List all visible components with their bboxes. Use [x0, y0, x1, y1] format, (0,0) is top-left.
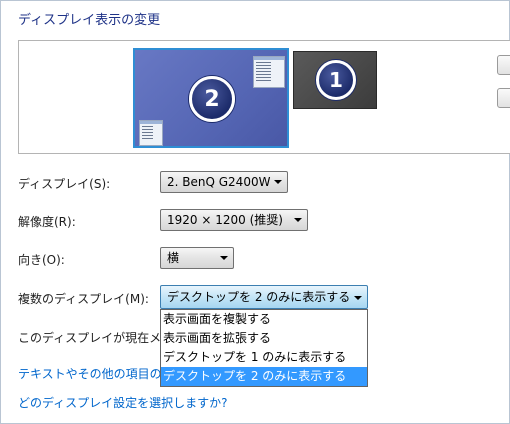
chevron-down-icon	[274, 180, 282, 184]
display-label: ディスプレイ(S):	[18, 177, 111, 191]
resolution-select-value: 1920 × 1200 (推奨)	[167, 213, 283, 227]
multiple-displays-select-value: デスクトップを 2 のみに表示する	[167, 290, 351, 304]
dropdown-option-extend[interactable]: 表示画面を拡張する	[161, 329, 367, 348]
monitor-1-tile[interactable]: 1	[293, 51, 377, 109]
text-size-link[interactable]: テキストやその他の項目の	[18, 365, 162, 382]
display-select-value: 2. BenQ G2400W	[167, 175, 271, 189]
identify-button[interactable]	[497, 88, 510, 108]
dropdown-option-duplicate[interactable]: 表示画面を複製する	[161, 310, 367, 329]
which-setting-link[interactable]: どのディスプレイ設定を選択しますか?	[18, 394, 228, 411]
dropdown-option-only-1[interactable]: デスクトップを 1 のみに表示する	[161, 348, 367, 367]
resolution-select[interactable]: 1920 × 1200 (推奨)	[160, 209, 308, 231]
window-thumbnail-icon	[139, 120, 163, 146]
dropdown-option-only-2[interactable]: デスクトップを 2 のみに表示する	[161, 367, 367, 386]
monitor-number-badge: 1	[316, 60, 356, 100]
multiple-displays-select[interactable]: デスクトップを 2 のみに表示する	[160, 285, 368, 309]
orientation-select-value: 横	[167, 251, 180, 265]
chevron-down-icon	[354, 296, 362, 300]
window-thumbnail-icon	[253, 56, 285, 88]
orientation-select[interactable]: 横	[160, 247, 234, 269]
multiple-displays-dropdown: 表示画面を複製する 表示画面を拡張する デスクトップを 1 のみに表示する デス…	[160, 309, 368, 387]
chevron-down-icon	[220, 256, 228, 260]
chevron-down-icon	[294, 218, 302, 222]
page-title: ディスプレイ表示の変更	[18, 13, 161, 28]
monitor-2-tile[interactable]: 2	[133, 48, 289, 148]
display-arrangement-panel: 2 1	[18, 40, 510, 154]
orientation-label: 向き(O):	[18, 253, 65, 267]
display-select[interactable]: 2. BenQ G2400W	[160, 171, 288, 193]
detect-button[interactable]	[497, 55, 510, 75]
current-display-status: このディスプレイが現在メ	[18, 331, 162, 345]
monitor-number-badge: 2	[189, 76, 235, 122]
resolution-label: 解像度(R):	[18, 215, 76, 229]
multiple-displays-label: 複数のディスプレイ(M):	[18, 292, 149, 306]
